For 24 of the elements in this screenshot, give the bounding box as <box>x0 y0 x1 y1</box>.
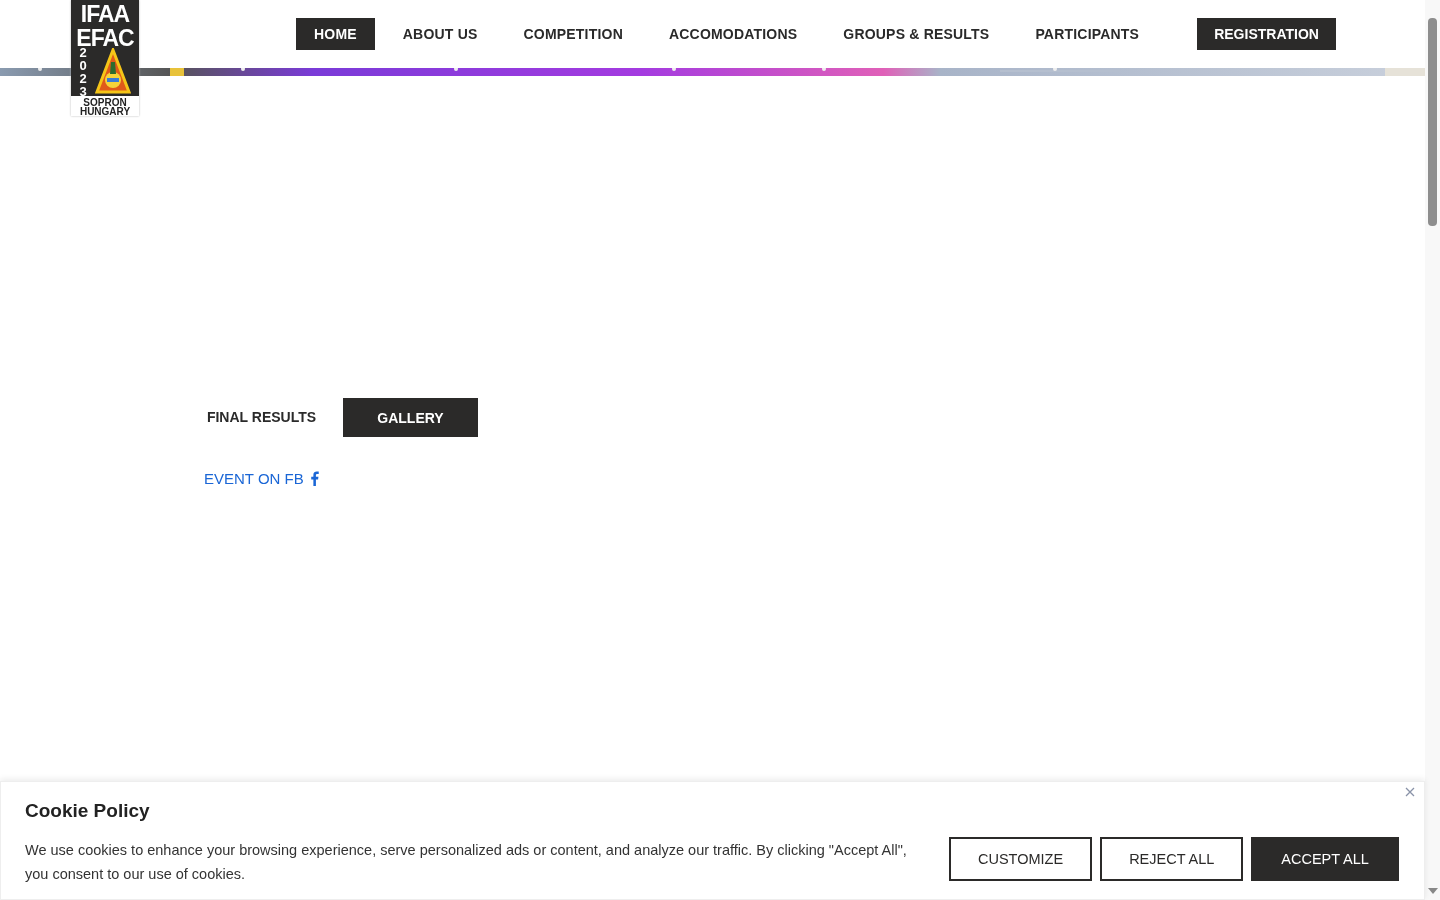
close-icon[interactable] <box>1405 787 1415 797</box>
nav-link[interactable]: PARTICIPANTS <box>1017 18 1158 50</box>
scrollbar[interactable] <box>1425 0 1440 900</box>
nav-link[interactable]: ABOUT US <box>384 18 496 50</box>
facebook-icon <box>309 471 319 486</box>
nav-link[interactable]: COMPETITION <box>505 18 641 50</box>
registration-button[interactable]: REGISTRATION <box>1197 18 1336 50</box>
cookie-text: We use cookies to enhance your browsing experience, serve personalized ads or content, and analyze our traffic. By clicking "Accept All", you consent to our use of cookies. <box>25 841 908 884</box>
event-logo[interactable]: IFAA EFAC 2023 SOPRON HUNGARY <box>71 0 139 116</box>
logo-text: IFAA <box>80 2 130 26</box>
logo-text: SOPRON <box>83 98 127 107</box>
nav-link[interactable]: ACCOMODATIONS <box>650 18 816 50</box>
facebook-event-link[interactable]: EVENT ON FB <box>204 470 319 487</box>
logo-year: 2023 <box>79 46 87 98</box>
cookie-button[interactable]: ACCEPT ALL <box>1251 837 1399 881</box>
emblem-icon <box>94 48 131 96</box>
cookie-button[interactable]: REJECT ALL <box>1100 837 1244 881</box>
logo-text: HUNGARY <box>79 107 131 116</box>
cookie-title: Cookie Policy <box>25 800 151 822</box>
nav-link[interactable]: HOME <box>296 18 375 50</box>
gallery-button[interactable]: GALLERY <box>343 398 478 437</box>
cookie-button[interactable]: CUSTOMIZE <box>949 837 1093 881</box>
results-button[interactable]: FINAL RESULTS <box>204 398 319 425</box>
nav-link[interactable]: GROUPS & RESULTS <box>825 18 1008 50</box>
